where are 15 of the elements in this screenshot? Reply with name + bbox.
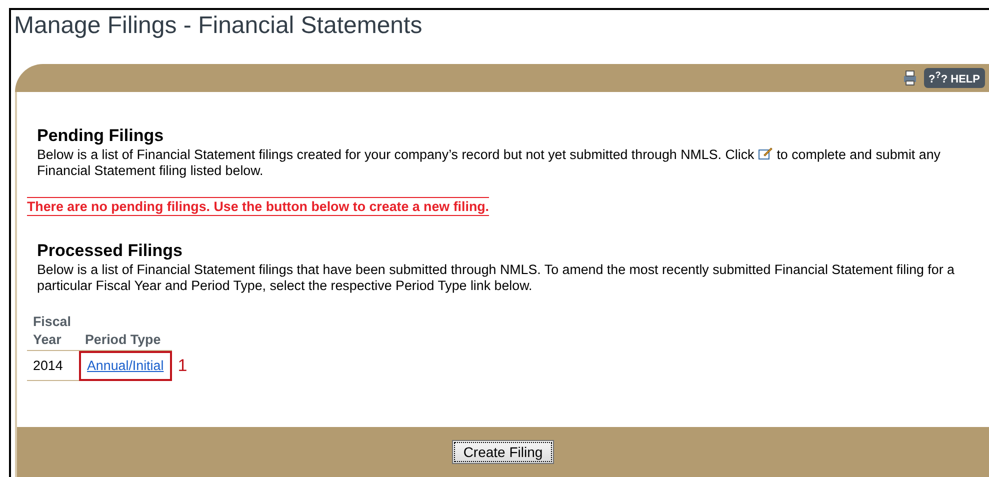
instructions-text: Below is a list of Financial Statement filings that have been submitted through NMLS. To amend the most recently submitted Financial Statement filing for a particular Fiscal Year and Period Type, select the respective Period Type link below. [37,262,956,294]
edit-icon [758,147,773,160]
create-filing-button[interactable]: Create Filing [452,440,554,464]
printer-icon[interactable] [902,70,918,86]
column-header: Fiscal Year [27,312,79,350]
period-type-link[interactable]: Annual/Initial [87,358,164,373]
help-button[interactable]: ?$^{?}$? HELP [924,68,985,88]
instructions-text: Below is a list of Financial Statement filings created for your company’s record but not yet submitted through NMLS. Click to complete and submit any Financial Statement filing listed below. [37,147,942,179]
column-header: Period Type [79,312,172,350]
section-heading: Pending Filings [37,126,165,146]
page-title: Manage Filings - Financial Statements [13,11,424,41]
callout-number: 1 [172,350,194,380]
no-pending-message: There are no pending filings. Use the button below to create a new filing. [27,197,490,216]
table-cell: 2014 [27,350,79,380]
section-heading: Processed Filings [37,241,184,261]
